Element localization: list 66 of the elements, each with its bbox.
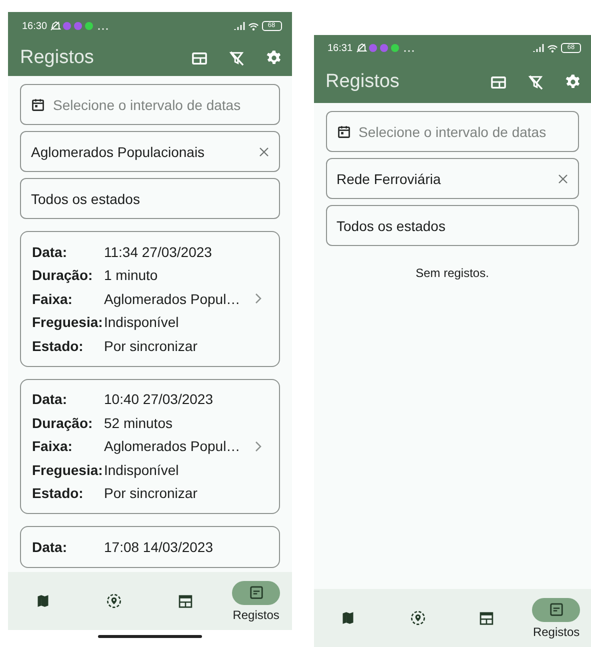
field-label: Duração: xyxy=(32,414,94,431)
field-value: 11:34 27/03/2023 xyxy=(104,244,213,260)
field-value: Aglomerados Popul… xyxy=(104,438,242,454)
field-value: 10:40 27/03/2023 xyxy=(104,391,214,408)
list-card-icon xyxy=(248,585,264,600)
field-value: Aglomerados Popul… xyxy=(104,290,242,307)
card-view-icon[interactable] xyxy=(491,76,506,88)
field-label: Freguesia: xyxy=(32,462,104,478)
record-card[interactable]: Data: 11:34 27/03/2023 Duração: 1 minuto Faixa: Aglomerados Popul… Freguesia:Indisponível Estado: Por sincronizar xyxy=(20,231,280,366)
location-target-icon xyxy=(106,593,122,609)
category-field[interactable]: Aglomerados Populacionais xyxy=(20,131,280,172)
location-target-icon xyxy=(410,610,426,626)
nav-label[interactable]: Registos xyxy=(232,608,280,622)
field-value: Indisponível xyxy=(104,314,180,330)
nav-tab[interactable] xyxy=(532,598,580,622)
field-value: Por sincronizar xyxy=(104,338,198,354)
chevron-right-icon xyxy=(254,293,262,304)
status-time: 16:30 xyxy=(22,20,48,32)
nav-label[interactable]: Registos xyxy=(532,624,580,638)
nav-tab[interactable] xyxy=(232,580,280,604)
list-card-icon xyxy=(548,602,564,617)
state-field[interactable]: Todos os estados xyxy=(20,178,280,219)
calendar-table-icon xyxy=(479,610,494,626)
status-notification-icons xyxy=(356,43,414,53)
field-value: 52 minutos xyxy=(104,414,174,431)
wifi-icon xyxy=(248,22,258,30)
status-time: 16:31 xyxy=(328,42,353,54)
field-label: Data: xyxy=(32,538,68,555)
clear-icon[interactable] xyxy=(258,146,268,156)
record-card[interactable]: Data: 10:40 27/03/2023 Duração: 52 minutos Faixa: Aglomerados Popul… Freguesia:Indisponível Estado: Por sincronizar xyxy=(20,378,280,514)
calendar-table-icon xyxy=(178,594,193,608)
field-label: Duração: xyxy=(32,267,94,284)
map-icon xyxy=(36,594,50,608)
clear-icon[interactable] xyxy=(558,174,568,184)
field-label: Faixa: xyxy=(32,290,74,307)
wifi-icon xyxy=(547,44,558,52)
signal-icon xyxy=(234,22,244,30)
date-range-field[interactable]: Selecione o intervalo de datas xyxy=(326,111,579,152)
field-label: Estado: xyxy=(32,338,84,354)
field-label: Estado: xyxy=(32,485,84,502)
app-title: Registos xyxy=(326,71,400,93)
chevron-right-icon xyxy=(254,440,262,452)
field-value: Por sincronizar xyxy=(104,485,198,502)
clear-filter-icon[interactable] xyxy=(528,74,543,90)
field-label: Freguesia: xyxy=(32,314,104,330)
field-value: 1 minuto xyxy=(104,267,159,284)
field-label: Data: xyxy=(32,244,68,260)
category-field[interactable]: Rede Ferroviária xyxy=(326,158,579,199)
field-label: Data: xyxy=(32,391,68,408)
status-notification-icons xyxy=(50,21,108,31)
calendar-icon xyxy=(31,98,45,112)
empty-message: Sem registos. xyxy=(416,266,489,280)
signal-icon xyxy=(533,44,544,52)
field-value: 17:08 14/03/2023 xyxy=(104,538,214,555)
date-range-field[interactable]: Selecione o intervalo de datas xyxy=(20,84,280,125)
card-view-icon[interactable] xyxy=(192,52,206,64)
settings-icon[interactable] xyxy=(565,74,581,90)
map-icon xyxy=(341,611,356,625)
app-title: Registos xyxy=(20,47,95,69)
settings-icon[interactable] xyxy=(266,50,282,66)
calendar-icon xyxy=(336,124,350,138)
field-value: Indisponível xyxy=(104,462,180,478)
record-card[interactable]: Data: 17:08 14/03/2023 xyxy=(20,526,280,568)
state-field[interactable]: Todos os estados xyxy=(326,205,579,246)
clear-filter-icon[interactable] xyxy=(228,50,244,66)
field-label: Faixa: xyxy=(32,438,74,454)
